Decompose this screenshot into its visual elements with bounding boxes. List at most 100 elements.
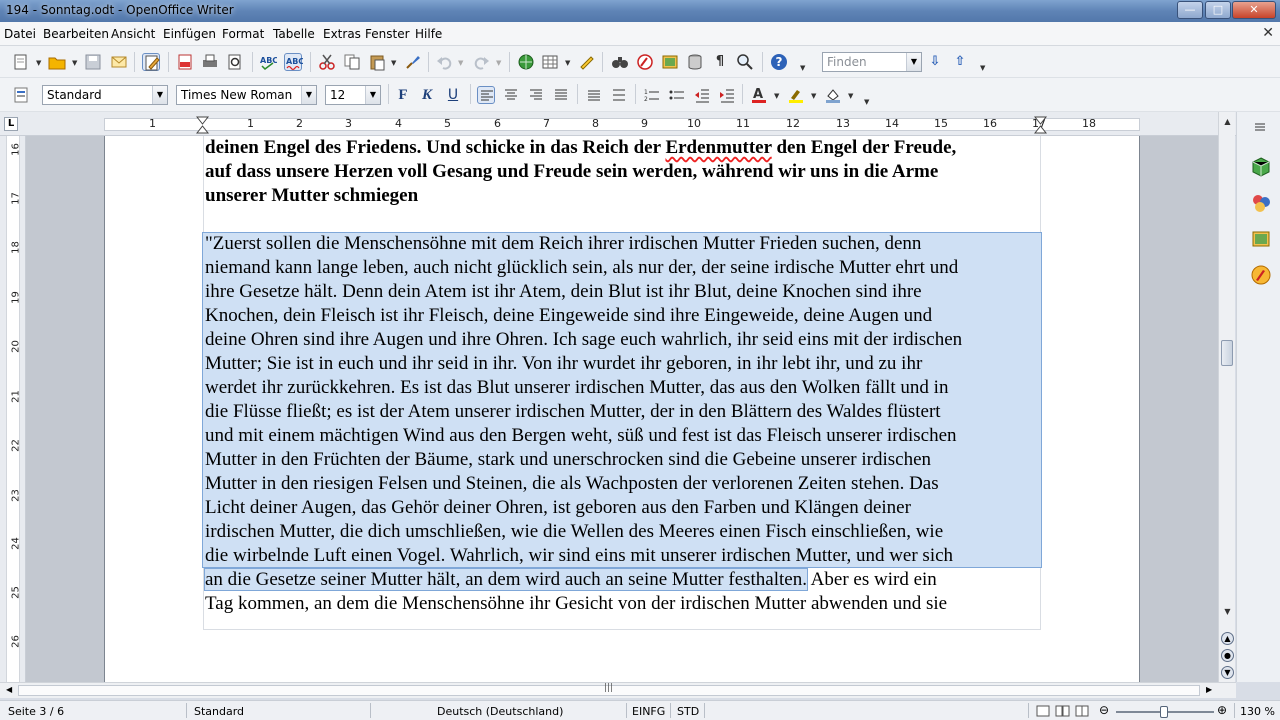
properties-icon[interactable]	[1250, 156, 1272, 178]
menu-extras[interactable]: Extras	[323, 27, 361, 41]
email-icon[interactable]	[110, 53, 128, 71]
background-color-icon[interactable]	[824, 86, 842, 104]
heading-paragraph[interactable]: deinen Engel des Friedens. Und schicke i…	[205, 136, 1045, 208]
align-right-icon[interactable]	[527, 86, 545, 104]
decrease-indent-icon[interactable]	[693, 86, 711, 104]
underline-button[interactable]: U	[444, 86, 462, 104]
page-indicator[interactable]: Seite 3 / 6	[8, 705, 64, 718]
scroll-up-icon[interactable]: ▲	[1219, 114, 1236, 130]
maximize-button[interactable]: □	[1205, 1, 1231, 19]
find-previous-icon[interactable]: ⇧	[951, 53, 969, 71]
document-page[interactable]: deinen Engel des Friedens. Und schicke i…	[104, 136, 1140, 682]
previous-page-icon[interactable]: ▲	[1221, 632, 1234, 645]
table-icon[interactable]	[541, 53, 559, 71]
scroll-down-icon[interactable]: ▼	[1219, 604, 1236, 620]
bullets-icon[interactable]	[668, 86, 686, 104]
navigator-icon[interactable]	[636, 53, 654, 71]
zoom-icon[interactable]	[736, 53, 754, 71]
zoom-level[interactable]: 130 %	[1240, 705, 1275, 718]
font-color-icon[interactable]: A	[750, 86, 768, 104]
print-preview-icon[interactable]	[226, 53, 244, 71]
hyperlink-icon[interactable]	[517, 53, 535, 71]
print-icon[interactable]	[201, 53, 219, 71]
clone-format-icon[interactable]	[404, 53, 422, 71]
italic-button[interactable]: K	[418, 86, 436, 104]
scroll-thumb[interactable]	[1221, 340, 1233, 366]
left-indent-marker[interactable]	[196, 116, 210, 134]
body-paragraph[interactable]: "Zuerst sollen die Menschensöhne mit dem…	[204, 232, 1045, 616]
help-icon[interactable]: ?	[770, 53, 788, 71]
bold-button[interactable]: F	[394, 86, 412, 104]
close-document-icon[interactable]: ✕	[1262, 25, 1274, 41]
spellcheck-icon[interactable]: ABC	[259, 53, 278, 71]
view-layout-icons[interactable]	[1036, 705, 1092, 717]
gallery-icon[interactable]	[661, 53, 679, 71]
menu-fenster[interactable]: Fenster	[365, 27, 410, 41]
tab-stop-selector[interactable]: L	[4, 117, 18, 131]
navigator-sidebar-icon[interactable]	[1250, 264, 1272, 286]
save-icon[interactable]	[84, 53, 102, 71]
data-sources-icon[interactable]	[686, 53, 704, 71]
gallery-sidebar-icon[interactable]	[1250, 228, 1272, 250]
formatting-marks-icon[interactable]: ¶	[711, 53, 729, 71]
find-dropdown[interactable]: ▼	[906, 52, 922, 72]
cut-icon[interactable]	[318, 53, 336, 71]
find-next-icon[interactable]: ⇩	[926, 53, 944, 71]
menu-bearbeiten[interactable]: Bearbeiten	[43, 27, 109, 41]
spelling-error[interactable]: Erdenmutter	[665, 137, 771, 158]
menu-datei[interactable]: Datei	[4, 27, 36, 41]
scroll-left-icon[interactable]: ◀	[6, 685, 12, 694]
auto-spellcheck-icon[interactable]: ABC	[284, 53, 304, 71]
align-center-icon[interactable]	[502, 86, 520, 104]
highlighting-icon[interactable]	[787, 86, 805, 104]
zoom-out-icon[interactable]: ⊖	[1099, 703, 1109, 717]
minimize-button[interactable]: —	[1177, 1, 1203, 19]
font-name-select[interactable]: Times New Roman ▼	[176, 85, 317, 105]
menu-bar: Datei Bearbeiten Ansicht Einfügen Format…	[0, 22, 1280, 46]
numbering-icon[interactable]: 12	[643, 86, 661, 104]
svg-text:2: 2	[644, 96, 648, 103]
justify-icon[interactable]	[552, 86, 570, 104]
copy-icon[interactable]	[343, 53, 361, 71]
language[interactable]: Deutsch (Deutschland)	[437, 705, 563, 718]
page-style[interactable]: Standard	[194, 705, 244, 718]
paragraph-style-select[interactable]: Standard ▼	[42, 85, 168, 105]
next-page-icon[interactable]: ▼	[1221, 666, 1234, 679]
vertical-scrollbar[interactable]: ▲ ▼ ▲ ● ▼	[1218, 112, 1235, 682]
draw-functions-icon[interactable]	[578, 53, 596, 71]
selection-mode[interactable]: STD	[677, 705, 699, 718]
open-folder-icon[interactable]	[48, 53, 66, 71]
menu-format[interactable]: Format	[222, 27, 264, 41]
sidebar-menu-icon[interactable]	[1255, 122, 1265, 132]
scroll-right-icon[interactable]: ▶	[1206, 685, 1212, 694]
line-spacing-1-icon[interactable]	[585, 86, 603, 104]
font-size-select[interactable]: 12 ▼	[325, 85, 381, 105]
zoom-slider-thumb[interactable]	[1160, 706, 1168, 718]
horizontal-scrollbar[interactable]: ◀ ||| ▶	[0, 682, 1236, 698]
menu-tabelle[interactable]: Tabelle	[273, 27, 315, 41]
undo-icon[interactable]	[436, 53, 454, 71]
redo-icon[interactable]	[472, 53, 490, 71]
document-area[interactable]: deinen Engel des Friedens. Und schicke i…	[26, 136, 1218, 682]
find-replace-icon[interactable]	[611, 53, 629, 71]
export-pdf-icon[interactable]	[176, 53, 194, 71]
menu-ansicht[interactable]: Ansicht	[111, 27, 155, 41]
edit-mode-icon[interactable]	[142, 53, 160, 71]
menu-hilfe[interactable]: Hilfe	[415, 27, 442, 41]
styles-formatting-icon[interactable]	[12, 86, 30, 104]
ruler-number: 8	[592, 117, 599, 130]
new-document-icon[interactable]	[12, 53, 30, 71]
insert-mode[interactable]: EINFG	[632, 705, 665, 718]
navigation-icon[interactable]: ●	[1221, 649, 1234, 662]
align-left-icon[interactable]	[477, 86, 495, 104]
increase-indent-icon[interactable]	[718, 86, 736, 104]
line-spacing-2-icon[interactable]	[610, 86, 628, 104]
styles-icon[interactable]	[1250, 192, 1272, 214]
close-window-button[interactable]: ✕	[1232, 1, 1276, 19]
zoom-in-icon[interactable]: ⊕	[1217, 703, 1227, 717]
menu-einfuegen[interactable]: Einfügen	[163, 27, 216, 41]
scroll-grip[interactable]: |||	[604, 683, 613, 693]
vertical-ruler[interactable]: 16 17 18 19 20 21 22 23 24 25 26	[0, 136, 26, 682]
right-indent-marker[interactable]	[1034, 116, 1048, 134]
paste-icon[interactable]	[368, 53, 386, 71]
